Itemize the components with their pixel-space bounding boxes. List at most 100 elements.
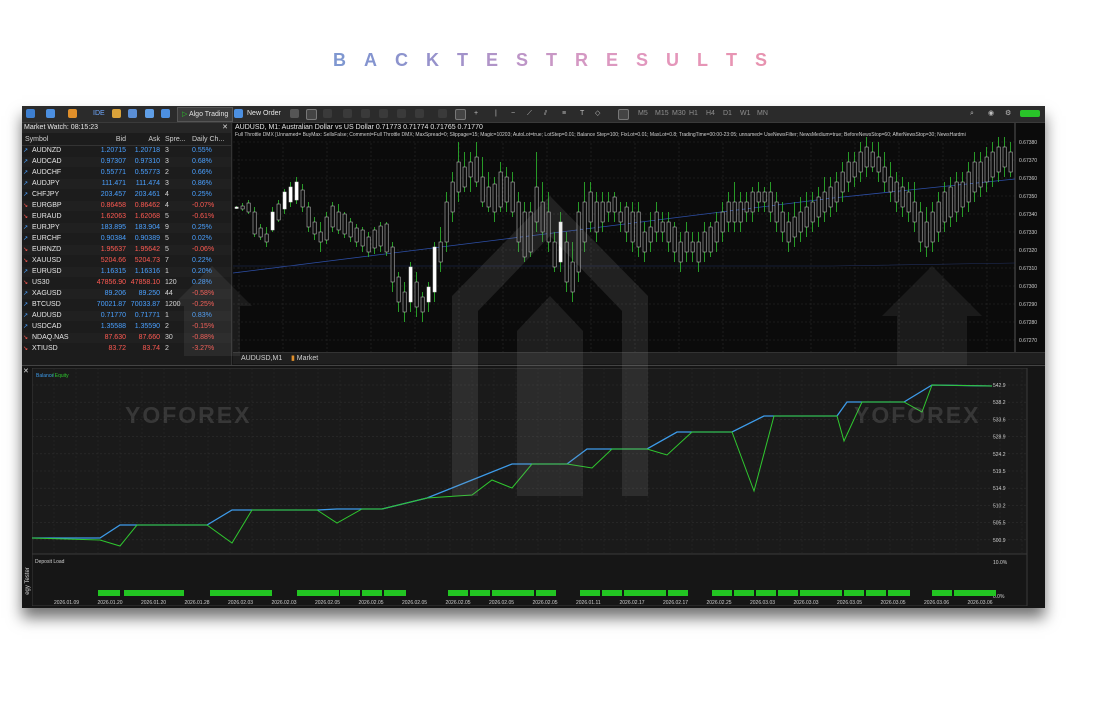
indicators-icon[interactable]: [438, 109, 447, 118]
date-label: 2026.02.25: [707, 600, 732, 606]
balance-axis-label: 505.5: [993, 521, 1006, 527]
cell-symbol: BTCUSD: [32, 301, 61, 308]
candle: [990, 151, 995, 178]
candle: [966, 171, 971, 203]
market-watch-row[interactable]: ↘ XTIUSD 83.72 83.74 2 -3.27%: [22, 344, 231, 354]
algo-trading-button[interactable]: ▷ Algo Trading: [177, 107, 234, 122]
column-header[interactable]: Ask: [130, 134, 160, 145]
horizontal-line-icon[interactable]: −: [511, 108, 515, 119]
font-icon[interactable]: [323, 109, 332, 118]
date-label: 2026.03.03: [794, 600, 819, 606]
candle: [942, 191, 947, 223]
crosshair-box-icon[interactable]: [306, 109, 317, 120]
candle: [672, 226, 677, 253]
deposit-load-bar: [492, 590, 514, 596]
timeframe-h1[interactable]: H1: [689, 108, 698, 119]
cell-symbol: EURAUD: [32, 213, 62, 220]
column-header[interactable]: Symbol: [25, 134, 85, 145]
arrow-up-icon: ↗: [23, 170, 29, 176]
shift-icon[interactable]: [415, 109, 424, 118]
market-watch-row[interactable]: ↗ XAGUSD 89.206 89.250 44 -0.58%: [22, 289, 231, 299]
timeframe-d1[interactable]: D1: [723, 108, 732, 119]
market-watch-row[interactable]: ↘ US30 47856.90 47858.10 120 0.28%: [22, 278, 231, 288]
new-order-button[interactable]: New Order: [247, 108, 281, 119]
candle: [690, 241, 695, 253]
channel-icon[interactable]: ⫽: [544, 108, 547, 119]
fibonacci-icon[interactable]: ≡: [562, 108, 566, 119]
trendline-icon[interactable]: ⟋: [527, 108, 532, 119]
depth-icon[interactable]: [290, 109, 299, 118]
account-icon[interactable]: ◉: [988, 108, 994, 119]
new-order-icon[interactable]: [234, 109, 243, 118]
cell-bid: 83.72: [108, 345, 126, 352]
market-watch-row[interactable]: ↗ EURCHF 0.90384 0.90389 5 0.02%: [22, 234, 231, 244]
cell-symbol: AUDUSD: [32, 312, 62, 319]
market-watch-row[interactable]: ↘ XAUUSD 5204.66 5204.73 7 0.22%: [22, 256, 231, 266]
scroll-icon[interactable]: [397, 109, 406, 118]
market-watch-row[interactable]: ↗ AUDNZD 1.20715 1.20718 3 0.55%: [22, 146, 231, 156]
cell-bid: 1.20715: [100, 147, 126, 154]
signal-icon[interactable]: [161, 109, 170, 118]
search-icon[interactable]: ⌕: [970, 108, 974, 119]
close-icon[interactable]: ✕: [222, 123, 228, 131]
candle: [684, 231, 689, 253]
tab-market[interactable]: ▮ Market: [287, 354, 322, 363]
lock-icon[interactable]: [112, 109, 121, 118]
cursor-box-icon[interactable]: [455, 109, 466, 120]
cell-ask: 70033.87: [130, 301, 160, 308]
zoom-out-icon[interactable]: [361, 109, 370, 118]
settings-icon[interactable]: ⚙: [1005, 108, 1011, 119]
market-watch-row[interactable]: ↘ EURAUD 1.62063 1.62068 5 -0.61%: [22, 212, 231, 222]
email-icon[interactable]: [128, 109, 137, 118]
candle: [750, 191, 755, 213]
timeframe-w1[interactable]: W1: [740, 108, 751, 119]
cell-symbol: EURCHF: [32, 235, 62, 242]
cell-symbol: XTIUSD: [32, 345, 58, 352]
column-header[interactable]: Daily Ch...: [192, 134, 230, 145]
market-watch-row[interactable]: ↗ AUDCAD 0.97307 0.97310 3 0.68%: [22, 157, 231, 167]
market-watch-row[interactable]: ↘ EURGBP 0.86458 0.86462 4 -0.07%: [22, 201, 231, 211]
column-header[interactable]: Bid: [96, 134, 126, 145]
cell-bid: 70021.87: [96, 301, 126, 308]
market-watch-row[interactable]: ↗ AUDUSD 0.71770 0.71771 1 0.83%: [22, 311, 231, 321]
timeframe-m15[interactable]: M15: [655, 108, 669, 119]
market-watch-row[interactable]: ↗ AUDJPY 111.471 111.474 3 0.86%: [22, 179, 231, 189]
cloud-icon[interactable]: [145, 109, 154, 118]
market-watch-row[interactable]: ↗ CHFJPY 203.457 203.461 4 0.25%: [22, 190, 231, 200]
shapes-icon[interactable]: ◇: [595, 108, 600, 119]
market-watch-row[interactable]: ↗ EURUSD 1.16315 1.16316 1 0.20%: [22, 267, 231, 277]
timeframe-m5[interactable]: M5: [638, 108, 648, 119]
chart-type-icon[interactable]: [26, 109, 35, 118]
candle: [522, 211, 527, 258]
profiles-icon[interactable]: [46, 109, 55, 118]
market-watch-row[interactable]: ↘ EURNZD 1.95637 1.95642 5 -0.06%: [22, 245, 231, 255]
column-header[interactable]: Spre...: [165, 134, 187, 145]
period-box-icon[interactable]: [618, 109, 629, 120]
arrow-up-icon: ↗: [23, 236, 29, 242]
timeframe-h4[interactable]: H4: [706, 108, 715, 119]
timeframe-m30[interactable]: M30: [672, 108, 686, 119]
arrow-down-icon: ↘: [23, 258, 29, 264]
cell-spread: 3: [165, 180, 169, 187]
candle: [660, 221, 665, 233]
close-icon[interactable]: ✕: [23, 367, 29, 375]
grid-icon[interactable]: [379, 109, 388, 118]
market-watch-title: Market Watch: 08:15:23: [22, 123, 231, 133]
vertical-line-icon[interactable]: |: [495, 108, 497, 119]
cell-symbol: USDCAD: [32, 323, 62, 330]
market-watch-row[interactable]: ↗ BTCUSD 70021.87 70033.87 1200 -0.25%: [22, 300, 231, 310]
tab-audusd-m1[interactable]: AUDUSD,M1: [237, 354, 286, 363]
heading-letter: T: [726, 50, 738, 70]
market-watch-row[interactable]: ↗ AUDCHF 0.55771 0.55773 2 0.66%: [22, 168, 231, 178]
market-watch-row[interactable]: ↗ EURJPY 183.895 183.904 9 0.25%: [22, 223, 231, 233]
timeframe-mn[interactable]: MN: [757, 108, 768, 119]
crosshair-icon[interactable]: +: [474, 108, 478, 119]
text-tool-icon[interactable]: T: [580, 108, 584, 119]
candle: [552, 241, 557, 268]
price-chart[interactable]: 0.67380 0.67370 0.67360 0.67350 0.67340 0.673…: [233, 123, 1045, 352]
ide-button[interactable]: IDE: [93, 108, 105, 119]
zoom-in-icon[interactable]: [343, 109, 352, 118]
template-icon[interactable]: [68, 109, 77, 118]
market-watch-row[interactable]: ↘ NDAQ.NAS 87.630 87.660 30 -0.88%: [22, 333, 231, 343]
market-watch-row[interactable]: ↗ USDCAD 1.35588 1.35590 2 -0.15%: [22, 322, 231, 332]
